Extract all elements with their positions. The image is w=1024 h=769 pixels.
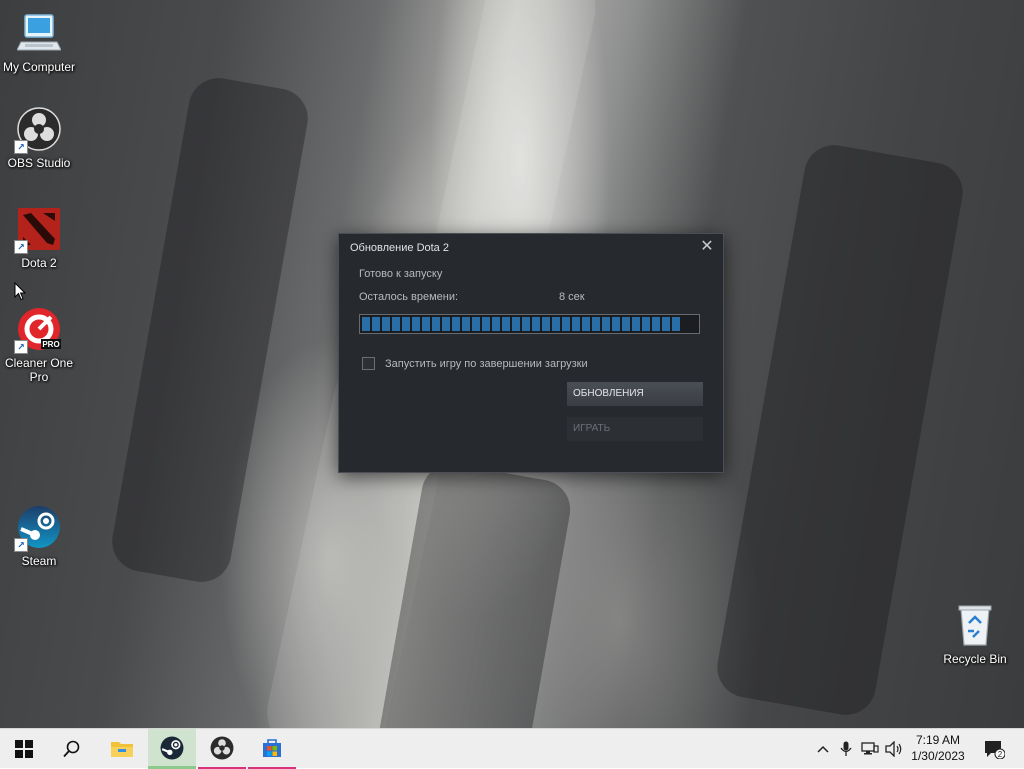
start-icon <box>15 740 33 758</box>
desktop-icon-dota-2[interactable]: ↗ Dota 2 <box>1 206 77 270</box>
desktop-icon-cleaner-one-pro[interactable]: PRO ↗ Cleaner One Pro <box>1 306 77 384</box>
file-explorer-icon <box>111 742 133 757</box>
cleaner-icon: PRO ↗ <box>14 306 62 354</box>
clock-date: 1/30/2023 <box>911 749 965 763</box>
launch-on-complete-label[interactable]: Запустить игру по завершении загрузки <box>385 358 588 370</box>
shortcut-arrow-icon: ↗ <box>14 140 28 154</box>
play-button[interactable]: ИГРАТЬ <box>567 417 703 441</box>
clock[interactable]: 7:19 AM 1/30/2023 <box>906 732 970 764</box>
steam-icon: ↗ <box>14 504 62 552</box>
desktop-icon-label: Cleaner One Pro <box>4 356 74 384</box>
start-button[interactable] <box>0 729 48 769</box>
rock-shadow <box>107 73 313 587</box>
desktop-icon-label: Dota 2 <box>21 256 57 270</box>
launch-on-complete-checkbox[interactable] <box>362 357 375 370</box>
desktop-icon-label: OBS Studio <box>7 156 71 170</box>
desktop-icon-recycle-bin[interactable]: Recycle Bin <box>937 602 1013 666</box>
desktop-icon-label: Recycle Bin <box>943 652 1007 666</box>
shortcut-arrow-icon: ↗ <box>14 538 28 552</box>
notification-center-icon[interactable]: 2 <box>982 739 1006 759</box>
dota-icon: ↗ <box>14 206 62 254</box>
computer-icon <box>16 10 62 56</box>
time-remaining-value: 8 сек <box>559 291 585 303</box>
steam-taskbar-button[interactable] <box>148 729 196 769</box>
desktop: My Computer ↗ OBS Studio ↗ Dota 2 PRO ↗ … <box>0 0 1024 728</box>
file-explorer-button[interactable] <box>98 729 146 769</box>
status-text: Готово к запуску <box>359 268 443 280</box>
search-button[interactable] <box>48 729 96 769</box>
pro-badge: PRO <box>42 340 59 349</box>
desktop-icon-label: Steam <box>21 554 57 568</box>
recycle-bin-icon <box>952 602 998 648</box>
desktop-icon-obs-studio[interactable]: ↗ OBS Studio <box>1 106 77 170</box>
volume-icon[interactable] <box>884 739 904 759</box>
updates-button[interactable]: ОБНОВЛЕНИЯ <box>567 382 703 406</box>
desktop-icon-steam[interactable]: ↗ Steam <box>1 504 77 568</box>
mouse-cursor-icon <box>14 282 26 301</box>
rock-shadow <box>712 140 968 720</box>
show-hidden-icons-chevron-icon[interactable] <box>813 739 833 759</box>
obs-icon <box>210 736 234 760</box>
dialog-title: Обновление Dota 2 <box>350 242 449 254</box>
desktop-icon-label: My Computer <box>2 60 76 74</box>
progress-fill <box>362 317 681 331</box>
download-progress-bar <box>359 314 700 334</box>
taskbar: 7:19 AM 1/30/2023 2 <box>0 728 1024 769</box>
desktop-icon-my-computer[interactable]: My Computer <box>1 10 77 74</box>
shortcut-arrow-icon: ↗ <box>14 240 28 254</box>
time-remaining-label: Осталось времени: <box>359 291 459 303</box>
obs-icon: ↗ <box>14 106 62 154</box>
microphone-icon[interactable] <box>836 739 856 759</box>
shortcut-arrow-icon: ↗ <box>14 340 28 354</box>
network-icon[interactable] <box>860 739 880 759</box>
close-icon[interactable]: ✕ <box>699 238 715 256</box>
microsoft-store-icon <box>263 739 281 757</box>
search-icon <box>63 740 80 758</box>
notification-count: 2 <box>998 750 1003 759</box>
dota-update-dialog: Обновление Dota 2 ✕ Готово к запуску Ост… <box>338 233 724 473</box>
microsoft-store-taskbar-button[interactable] <box>248 729 296 769</box>
clock-time: 7:19 AM <box>915 733 961 747</box>
obs-taskbar-button[interactable] <box>198 729 246 769</box>
steam-icon <box>160 736 184 759</box>
